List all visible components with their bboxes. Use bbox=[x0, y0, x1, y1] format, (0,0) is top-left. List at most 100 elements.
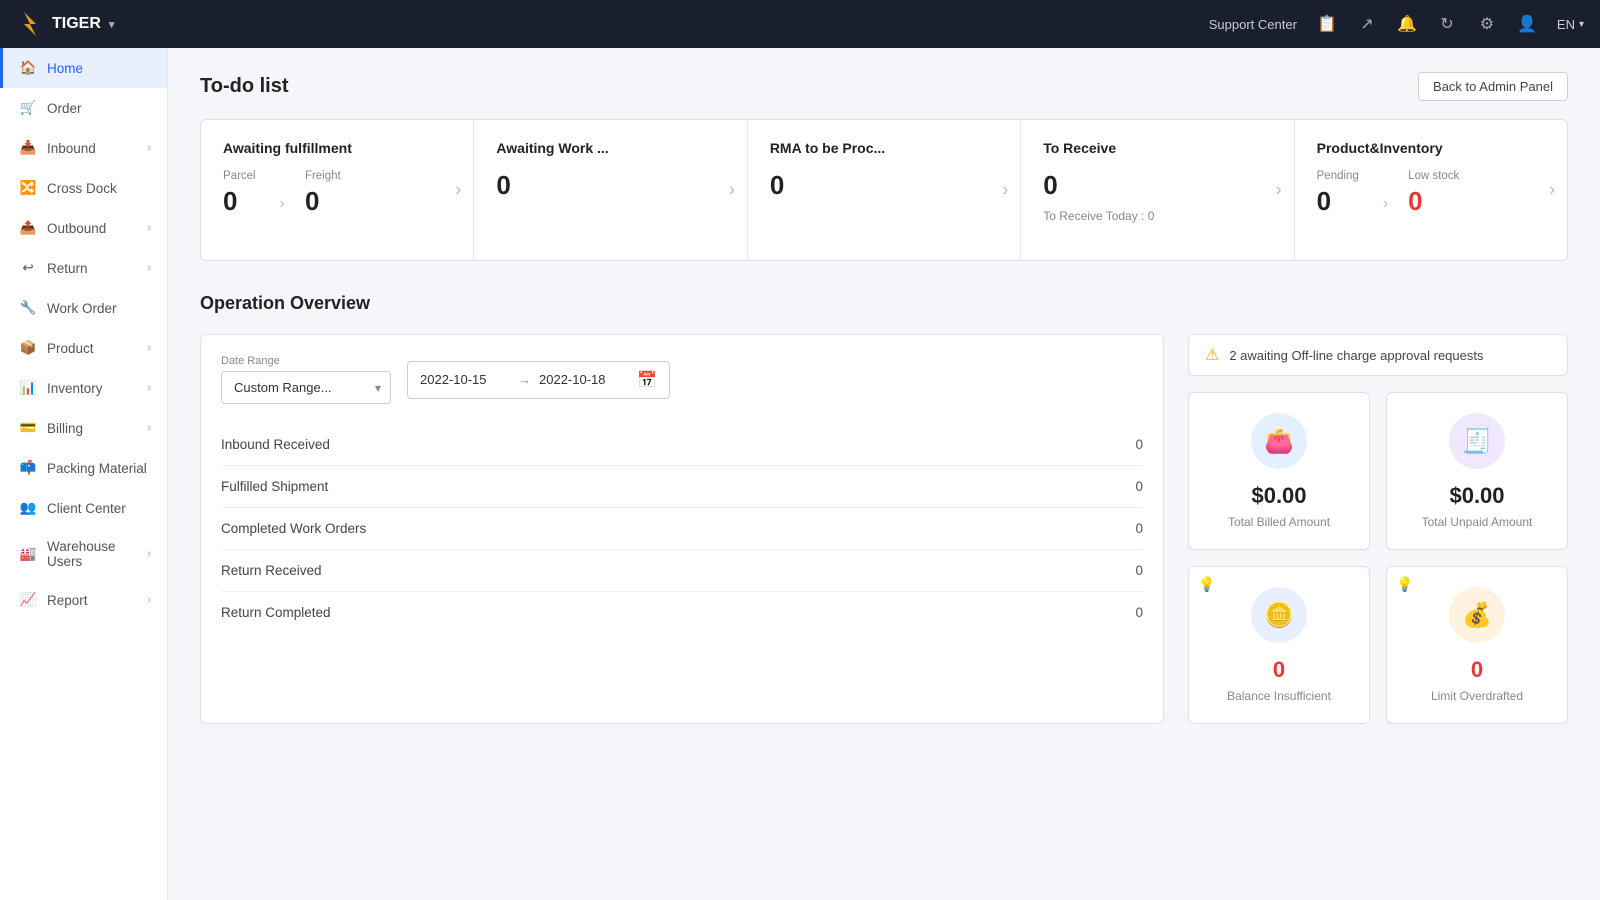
todo-card-title-awaiting-fulfillment: Awaiting fulfillment bbox=[223, 140, 451, 156]
sidebar-item-workorder[interactable]: 🔧 Work Order bbox=[0, 288, 167, 328]
app-dropdown-icon[interactable]: ▾ bbox=[109, 18, 115, 31]
header-right: Support Center 📋 ↗ 🔔 ↻ ⚙ 👤 EN ▾ bbox=[1209, 14, 1584, 34]
bulb-icon-limit-overdrafted: 💡 bbox=[1396, 576, 1413, 593]
todo-card-awaiting-fulfillment[interactable]: Awaiting fulfillment Parcel 0 › Freight … bbox=[201, 120, 474, 260]
sidebar-label-product: Product bbox=[47, 341, 137, 356]
home-icon: 🏠 bbox=[19, 59, 37, 77]
sidebar-item-packing[interactable]: 📫 Packing Material bbox=[0, 448, 167, 488]
todo-card-awaiting-work[interactable]: Awaiting Work ...0› bbox=[474, 120, 747, 260]
sidebar-label-billing: Billing bbox=[47, 421, 137, 436]
metric-amount-limit-overdrafted: 0 bbox=[1471, 657, 1483, 683]
metric-card-wrapper-total-unpaid: 🧾 $0.00 Total Unpaid Amount bbox=[1386, 392, 1568, 550]
date-to-input[interactable] bbox=[539, 372, 629, 387]
clipboard-icon[interactable]: 📋 bbox=[1317, 14, 1337, 34]
todo-label-awaiting-fulfillment-1: Freight bbox=[305, 170, 341, 182]
stat-value: 0 bbox=[1135, 563, 1143, 578]
todo-value-awaiting-fulfillment-0: 0 bbox=[223, 186, 256, 217]
todo-arrow-icon-rma[interactable]: › bbox=[1002, 180, 1008, 201]
stat-row: Fulfilled Shipment 0 bbox=[221, 466, 1143, 508]
todo-arrow-icon-to-receive[interactable]: › bbox=[1276, 180, 1282, 201]
content-area: To-do list Back to Admin Panel Awaiting … bbox=[168, 48, 1600, 900]
sidebar-item-report[interactable]: 📈 Report › bbox=[0, 580, 167, 620]
bell-icon[interactable]: 🔔 bbox=[1397, 14, 1417, 34]
stat-row: Completed Work Orders 0 bbox=[221, 508, 1143, 550]
stat-label: Inbound Received bbox=[221, 437, 330, 452]
metric-amount-total-unpaid: $0.00 bbox=[1449, 483, 1504, 509]
sidebar-item-inbound[interactable]: 📥 Inbound › bbox=[0, 128, 167, 168]
date-range-label: Date Range bbox=[221, 355, 391, 367]
refresh-icon[interactable]: ↻ bbox=[1437, 14, 1457, 34]
sidebar-item-order[interactable]: 🛒 Order bbox=[0, 88, 167, 128]
chevron-icon-inventory: › bbox=[147, 382, 151, 394]
sidebar-label-client: Client Center bbox=[47, 501, 151, 516]
sidebar-item-warehouse[interactable]: 🏭 Warehouse Users › bbox=[0, 528, 167, 580]
overview-layout: Date Range Custom Range... Today This We… bbox=[200, 334, 1568, 724]
metric-label-balance-insufficient: Balance Insufficient bbox=[1227, 689, 1331, 703]
todo-arrow-icon-awaiting-fulfillment[interactable]: › bbox=[455, 180, 461, 201]
sidebar-item-client[interactable]: 👥 Client Center bbox=[0, 488, 167, 528]
stat-label: Fulfilled Shipment bbox=[221, 479, 328, 494]
todo-card-title-product-inventory: Product&Inventory bbox=[1317, 140, 1545, 156]
alert-banner: ⚠ 2 awaiting Off-line charge approval re… bbox=[1188, 334, 1568, 376]
todo-subtext-to-receive: To Receive Today : 0 bbox=[1043, 209, 1271, 223]
bulb-icon-balance-insufficient: 💡 bbox=[1198, 576, 1215, 593]
warning-icon: ⚠ bbox=[1205, 345, 1219, 365]
metric-label-total-unpaid: Total Unpaid Amount bbox=[1422, 515, 1533, 529]
stat-value: 0 bbox=[1135, 521, 1143, 536]
warehouse-icon: 🏭 bbox=[19, 545, 37, 563]
todo-value-product-inventory-0: 0 bbox=[1317, 186, 1359, 217]
metric-icon-total-unpaid: 🧾 bbox=[1449, 413, 1505, 469]
stat-row: Return Received 0 bbox=[221, 550, 1143, 592]
date-range-fieldset: Date Range Custom Range... Today This We… bbox=[221, 355, 391, 404]
sidebar-item-inventory[interactable]: 📊 Inventory › bbox=[0, 368, 167, 408]
user-icon[interactable]: 👤 bbox=[1517, 14, 1537, 34]
packing-icon: 📫 bbox=[19, 459, 37, 477]
lang-chevron-icon: ▾ bbox=[1579, 19, 1584, 30]
todo-card-to-receive[interactable]: To Receive0To Receive Today : 0› bbox=[1021, 120, 1294, 260]
metric-cards-row-1: 👛 $0.00 Total Billed Amount 🧾 $0.00 Tota… bbox=[1188, 392, 1568, 550]
todo-card-rma[interactable]: RMA to be Proc... 0› bbox=[748, 120, 1021, 260]
overview-right-panel: ⚠ 2 awaiting Off-line charge approval re… bbox=[1188, 334, 1568, 724]
todo-card-title-rma: RMA to be Proc... bbox=[770, 140, 998, 156]
stat-label: Return Completed bbox=[221, 605, 331, 620]
todo-value-product-inventory-1: 0 bbox=[1408, 186, 1459, 217]
calendar-icon[interactable]: 📅 bbox=[637, 370, 657, 390]
chevron-icon-billing: › bbox=[147, 422, 151, 434]
sidebar-item-crossdock[interactable]: 🔀 Cross Dock bbox=[0, 168, 167, 208]
support-center-link[interactable]: Support Center bbox=[1209, 17, 1297, 32]
logo-area[interactable]: TIGER ▾ bbox=[16, 10, 114, 38]
todo-cards: Awaiting fulfillment Parcel 0 › Freight … bbox=[200, 119, 1568, 261]
todo-arrow-icon-product-inventory[interactable]: › bbox=[1549, 180, 1555, 201]
todo-card-product-inventory[interactable]: Product&Inventory Pending 0 › Low stock … bbox=[1295, 120, 1567, 260]
sidebar-item-home[interactable]: 🏠 Home bbox=[0, 48, 167, 88]
sidebar-item-product[interactable]: 📦 Product › bbox=[0, 328, 167, 368]
share-icon[interactable]: ↗ bbox=[1357, 14, 1377, 34]
metric-icon-balance-insufficient: 🪙 bbox=[1251, 587, 1307, 643]
date-range-input-group[interactable]: → 📅 bbox=[407, 361, 670, 399]
sidebar-item-return[interactable]: ↩ Return › bbox=[0, 248, 167, 288]
todo-header: To-do list Back to Admin Panel bbox=[200, 72, 1568, 101]
stats-list: Inbound Received 0 Fulfilled Shipment 0 … bbox=[221, 424, 1143, 633]
sidebar-label-return: Return bbox=[47, 261, 137, 276]
workorder-icon: 🔧 bbox=[19, 299, 37, 317]
sidebar-item-billing[interactable]: 💳 Billing › bbox=[0, 408, 167, 448]
sidebar-item-outbound[interactable]: 📤 Outbound › bbox=[0, 208, 167, 248]
todo-label-product-inventory-0: Pending bbox=[1317, 170, 1359, 182]
inner-arrow-icon-product-inventory: › bbox=[1383, 195, 1388, 213]
metric-card-wrapper-balance-insufficient: 💡 🪙 0 Balance Insufficient bbox=[1188, 566, 1370, 724]
chevron-icon-product: › bbox=[147, 342, 151, 354]
language-selector[interactable]: EN ▾ bbox=[1557, 17, 1584, 32]
todo-arrow-icon-awaiting-work[interactable]: › bbox=[729, 180, 735, 201]
billing-icon: 💳 bbox=[19, 419, 37, 437]
overview-section: Operation Overview Date Range Custom Ran… bbox=[200, 293, 1568, 724]
sidebar-label-packing: Packing Material bbox=[47, 461, 151, 476]
todo-title: To-do list bbox=[200, 75, 289, 98]
date-range-select[interactable]: Custom Range... Today This Week This Mon… bbox=[221, 371, 391, 404]
stat-value: 0 bbox=[1135, 605, 1143, 620]
chevron-icon-outbound: › bbox=[147, 222, 151, 234]
date-from-input[interactable] bbox=[420, 372, 510, 387]
back-to-admin-button[interactable]: Back to Admin Panel bbox=[1418, 72, 1568, 101]
metric-amount-total-billed: $0.00 bbox=[1251, 483, 1306, 509]
settings-icon[interactable]: ⚙ bbox=[1477, 14, 1497, 34]
todo-value-rma: 0 bbox=[770, 170, 998, 201]
